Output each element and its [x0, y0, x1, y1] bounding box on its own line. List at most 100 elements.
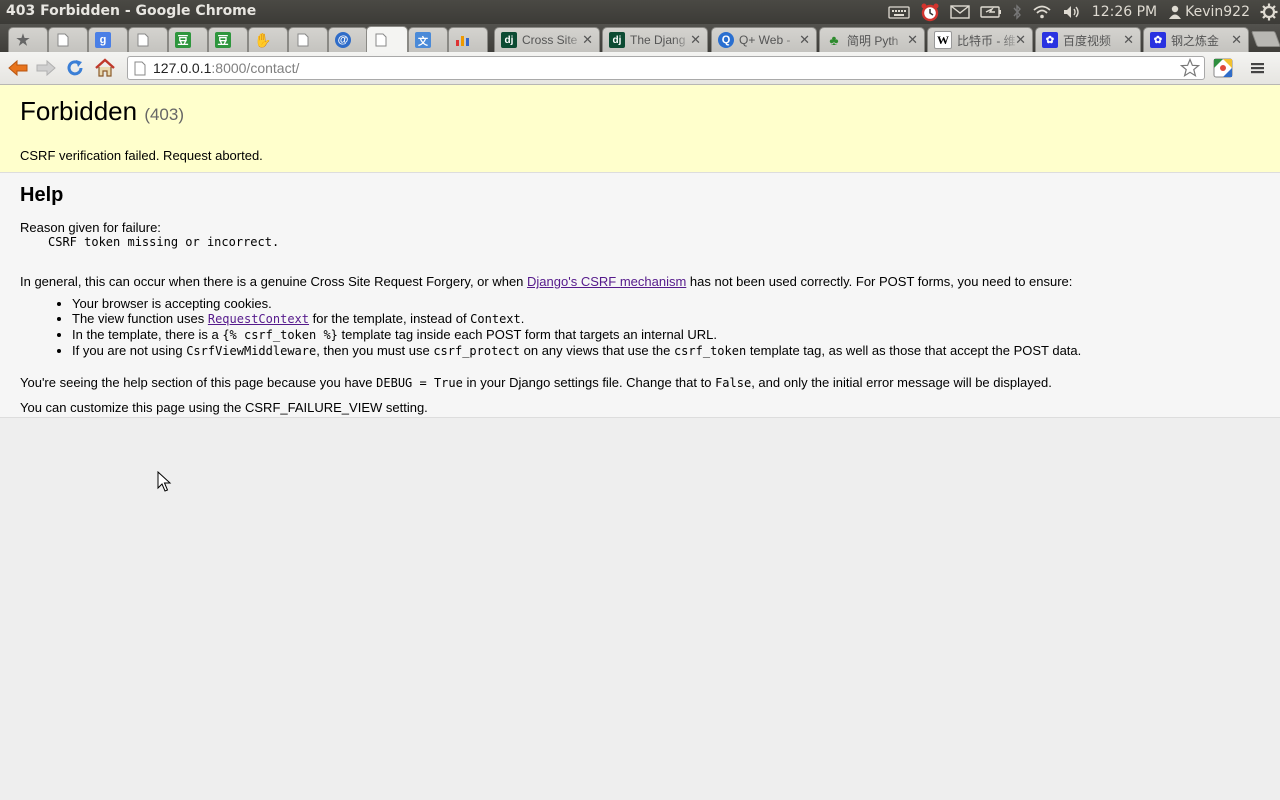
tab-label: 百度视频	[1063, 33, 1112, 48]
alarm-clock-icon[interactable]	[920, 0, 940, 24]
forward-arrow-icon[interactable]	[35, 57, 57, 79]
qplus-icon: Q	[718, 32, 734, 48]
page-title: Forbidden (403)	[20, 95, 1260, 130]
tab-wikipedia[interactable]: W 比特币 - 维 ✕	[927, 27, 1033, 52]
translate-icon: 文	[415, 32, 431, 48]
tab-label: Q+ Web -	[739, 33, 791, 47]
blank-page-icon	[55, 32, 71, 48]
list-item: Your browser is accepting cookies.	[72, 296, 1260, 311]
title-text: Forbidden	[20, 96, 138, 126]
reload-icon[interactable]	[64, 57, 86, 79]
bookmark-star-icon[interactable]	[1179, 57, 1201, 84]
requestcontext-link[interactable]: RequestContext	[208, 312, 309, 326]
tab-blank-1[interactable]	[48, 27, 88, 52]
battery-icon[interactable]	[980, 0, 1002, 24]
debug-paragraph: You're seeing the help section of this p…	[20, 375, 1052, 390]
hand-icon: ✋	[254, 31, 272, 48]
tab-label: The Djang	[630, 33, 686, 47]
user-name: Kevin922	[1185, 4, 1250, 20]
top-panel: 403 Forbidden - Google Chrome 12:26 PM K…	[0, 0, 1280, 24]
requirements-list: Your browser is accepting cookies. The v…	[20, 296, 1260, 359]
address-bar[interactable]: 127.0.0.1:8000/contact/	[127, 56, 1205, 80]
reason-label: Reason given for failure:	[20, 220, 161, 235]
csrf-docs-link[interactable]: Django's CSRF mechanism	[527, 274, 686, 289]
tab-google[interactable]: g	[88, 27, 128, 52]
tab-strip: ★ g 豆 豆 ✋ @ 文 dj Cross Site ✕ dj The Dja…	[0, 24, 1280, 52]
bookmark-star-icon: ★	[16, 32, 30, 49]
help-section: Help Reason given for failure: CSRF toke…	[0, 173, 1280, 418]
list-item: In the template, there is a {% csrf_toke…	[72, 327, 1260, 343]
url-text: 127.0.0.1:8000/contact/	[153, 60, 300, 76]
tab-label: 钢之炼金	[1171, 33, 1220, 48]
wikipedia-icon: W	[934, 31, 952, 49]
tab-active-forbidden[interactable]	[366, 26, 408, 52]
tab-python[interactable]: ♣ 简明 Pyth ✕	[819, 27, 925, 52]
close-icon[interactable]: ✕	[1123, 32, 1134, 48]
tab-label: 比特币 - 维	[957, 33, 1016, 48]
at-icon: @	[335, 32, 351, 48]
error-summary: Forbidden (403) CSRF verification failed…	[0, 85, 1280, 173]
blank-page-icon	[373, 32, 389, 48]
tab-blank-3[interactable]	[288, 27, 328, 52]
home-icon[interactable]	[94, 57, 116, 79]
tab-baidu-fma[interactable]: ✿ 钢之炼金 ✕	[1143, 27, 1249, 52]
tab-douban-2[interactable]: 豆	[208, 27, 248, 52]
customize-paragraph: You can customize this page using the CS…	[20, 400, 428, 415]
status-code: (403)	[144, 105, 184, 124]
tab-douban-1[interactable]: 豆	[168, 27, 208, 52]
browser-toolbar: 127.0.0.1:8000/contact/	[0, 52, 1280, 85]
mouse-cursor-icon	[157, 470, 173, 497]
close-icon[interactable]: ✕	[582, 32, 593, 48]
user-menu[interactable]: Kevin922	[1169, 0, 1250, 24]
error-message: CSRF verification failed. Request aborte…	[20, 148, 263, 163]
tab-translate[interactable]: 文	[408, 27, 448, 52]
clock[interactable]: 12:26 PM	[1092, 0, 1157, 24]
wifi-icon[interactable]	[1032, 0, 1052, 24]
general-paragraph: In general, this can occur when there is…	[20, 274, 1073, 289]
baidu-icon: ✿	[1150, 32, 1166, 48]
system-tray: 12:26 PM Kevin922	[888, 0, 1280, 24]
blank-page-icon	[135, 32, 151, 48]
list-item: The view function uses RequestContext fo…	[72, 311, 1260, 327]
chart-icon	[455, 32, 471, 48]
django-icon: dj	[609, 32, 625, 48]
close-icon[interactable]: ✕	[799, 32, 810, 48]
tab-the-django[interactable]: dj The Djang ✕	[602, 27, 708, 52]
mail-icon[interactable]	[950, 0, 970, 24]
tab-cross-site[interactable]: dj Cross Site ✕	[494, 27, 600, 52]
tab-baidu-video[interactable]: ✿ 百度视频 ✕	[1035, 27, 1141, 52]
bluetooth-icon[interactable]	[1012, 0, 1022, 24]
tab-hand[interactable]: ✋	[248, 27, 288, 52]
baidu-icon: ✿	[1042, 32, 1058, 48]
close-icon[interactable]: ✕	[690, 32, 701, 48]
reason-text: CSRF token missing or incorrect.	[48, 235, 280, 249]
page-icon	[134, 60, 146, 82]
extension-icon[interactable]	[1212, 57, 1234, 79]
new-tab-button[interactable]	[1251, 31, 1280, 47]
close-icon[interactable]: ✕	[1231, 32, 1242, 48]
google-icon: g	[95, 32, 111, 48]
back-arrow-icon[interactable]	[7, 57, 29, 79]
django-icon: dj	[501, 32, 517, 48]
close-icon[interactable]: ✕	[1015, 32, 1026, 48]
volume-icon[interactable]	[1062, 0, 1082, 24]
help-heading: Help	[20, 184, 64, 206]
tab-chart[interactable]	[448, 27, 488, 52]
power-gear-icon[interactable]	[1260, 0, 1278, 24]
tab-qplus[interactable]: Q Q+ Web - ✕	[711, 27, 817, 52]
leaf-icon: ♣	[829, 32, 839, 48]
close-icon[interactable]: ✕	[907, 32, 918, 48]
window-title: 403 Forbidden - Google Chrome	[6, 3, 257, 19]
page-content: Forbidden (403) CSRF verification failed…	[0, 85, 1280, 800]
douban-icon: 豆	[175, 32, 191, 48]
tab-blank-2[interactable]	[128, 27, 168, 52]
douban-icon: 豆	[215, 32, 231, 48]
list-item: If you are not using CsrfViewMiddleware,…	[72, 343, 1260, 359]
keyboard-icon[interactable]	[888, 0, 910, 24]
user-icon	[1169, 5, 1182, 19]
tab-label: Cross Site	[522, 33, 578, 47]
menu-icon[interactable]	[1247, 57, 1269, 79]
blank-page-icon	[295, 32, 311, 48]
tab-at[interactable]: @	[328, 27, 368, 52]
tab-bookmarks[interactable]: ★	[8, 27, 48, 52]
